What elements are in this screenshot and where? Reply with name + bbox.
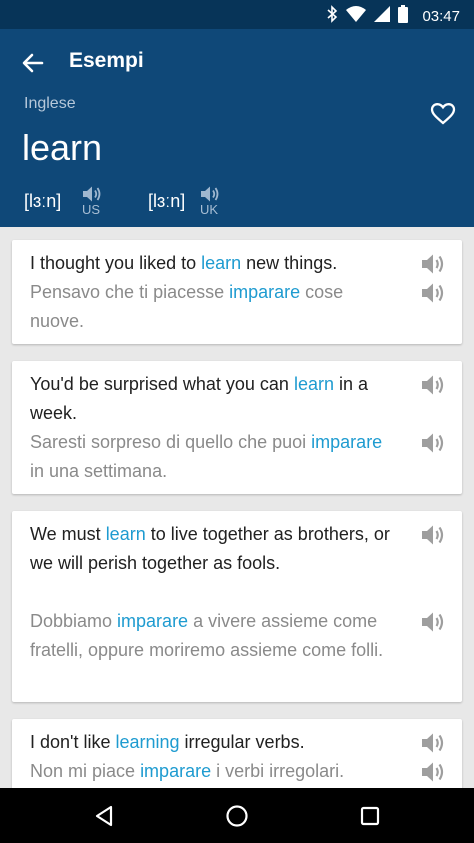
page-title: Esempi bbox=[69, 49, 144, 72]
status-icons: 03:47 bbox=[326, 5, 460, 28]
word-header: Esempi Inglese learn [lɜːn] US [lɜːn] UK bbox=[0, 29, 474, 227]
nav-home-button[interactable] bbox=[223, 802, 251, 830]
example-english: You'd be surprised what you can learn in… bbox=[30, 374, 369, 423]
triangle-back-icon bbox=[95, 805, 113, 827]
speaker-icon[interactable] bbox=[420, 373, 446, 397]
pronunciation-ipa: [lɜːn] bbox=[148, 191, 186, 211]
wifi-icon bbox=[346, 6, 367, 27]
example-italian: Saresti sorpreso di quello che puoi impa… bbox=[30, 432, 383, 481]
pronunciation-ipa: [lɜːn] bbox=[24, 191, 62, 211]
example-italian: Non mi piace imparare i verbi irregolari… bbox=[30, 761, 345, 781]
heart-outline-icon bbox=[430, 103, 456, 125]
pronunciation-uk[interactable]: [lɜːn] UK bbox=[148, 185, 258, 221]
region-label: US bbox=[82, 202, 101, 217]
example-card: I don't like learning irregular verbs. N… bbox=[12, 719, 462, 788]
examples-list[interactable]: I thought you liked to learn new things.… bbox=[0, 227, 474, 788]
favorite-button[interactable] bbox=[428, 99, 458, 129]
example-english: I don't like learning irregular verbs. bbox=[30, 732, 305, 752]
speaker-icon[interactable] bbox=[420, 610, 446, 634]
battery-icon bbox=[398, 5, 409, 28]
example-english: We must learn to live together as brothe… bbox=[30, 524, 390, 573]
signal-icon bbox=[374, 6, 391, 27]
status-time: 03:47 bbox=[422, 8, 460, 25]
example-italian: Dobbiamo imparare a vivere assieme come … bbox=[30, 611, 384, 660]
status-bar: 03:47 bbox=[0, 0, 474, 29]
speaker-icon[interactable] bbox=[420, 431, 446, 455]
example-card: You'd be surprised what you can learn in… bbox=[12, 361, 462, 494]
nav-back-button[interactable] bbox=[90, 802, 118, 830]
source-language-label: Inglese bbox=[24, 95, 76, 112]
example-card: We must learn to live together as brothe… bbox=[12, 511, 462, 702]
navigation-bar bbox=[0, 788, 474, 843]
circle-home-icon bbox=[226, 805, 248, 827]
region-label: UK bbox=[200, 202, 219, 217]
speaker-icon[interactable] bbox=[420, 252, 446, 276]
speaker-icon[interactable] bbox=[420, 760, 446, 784]
pronunciation-us[interactable]: [lɜːn] US bbox=[24, 185, 134, 221]
bluetooth-icon bbox=[326, 5, 338, 28]
back-button[interactable] bbox=[18, 48, 48, 78]
example-english: I thought you liked to learn new things. bbox=[30, 253, 338, 273]
example-card: I thought you liked to learn new things.… bbox=[12, 240, 462, 344]
example-italian: Pensavo che ti piacesse imparare cose nu… bbox=[30, 282, 344, 331]
nav-recents-button[interactable] bbox=[356, 802, 384, 830]
speaker-icon[interactable] bbox=[420, 523, 446, 547]
square-recents-icon bbox=[360, 806, 380, 826]
speaker-icon[interactable] bbox=[420, 281, 446, 305]
speaker-icon[interactable] bbox=[420, 731, 446, 755]
headword: learn bbox=[22, 127, 103, 168]
arrow-left-icon bbox=[22, 53, 44, 73]
